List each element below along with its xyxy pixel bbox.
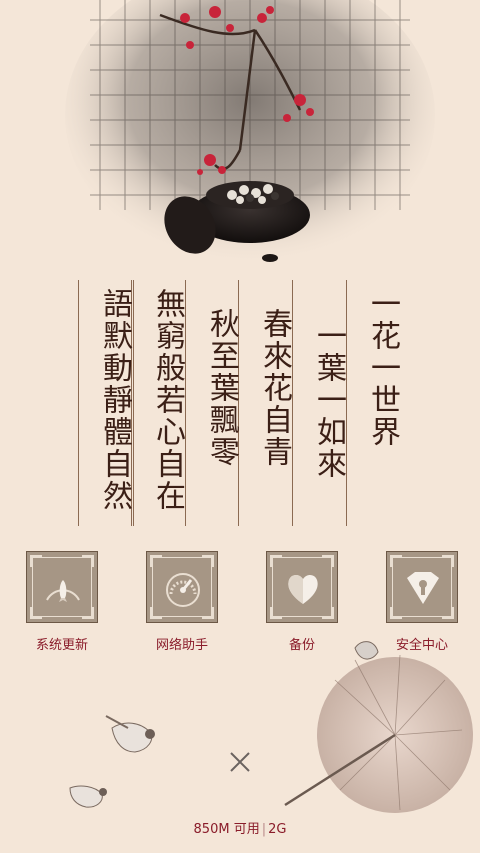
poem-column-5: 無窮般若心自在	[131, 280, 186, 526]
diamond-lock-icon	[407, 572, 439, 604]
paper-umbrella	[284, 641, 473, 813]
rocket-icon	[46, 580, 80, 602]
system-update-button[interactable]	[26, 551, 98, 623]
security-center-label[interactable]: 安全中心	[372, 634, 472, 653]
memory-available: 850M 可用	[193, 822, 260, 837]
birds	[69, 715, 155, 808]
poem-column-2: 一葉一如來	[292, 280, 347, 526]
poem-column-6: 語默動靜體自然	[78, 280, 134, 526]
close-icon[interactable]	[226, 748, 254, 776]
poem-column-4: 秋至葉飄零	[185, 280, 240, 526]
poem-line: 無窮般若心自在	[150, 288, 185, 512]
separator: |	[261, 822, 267, 837]
poem-line: 一花一世界	[365, 288, 400, 448]
network-type: 2G	[268, 822, 287, 837]
network-assistant-button[interactable]	[146, 551, 218, 623]
poem-line: 語默動靜體自然	[97, 288, 132, 512]
poem-column-3: 春來花自青	[238, 280, 293, 526]
system-update-label[interactable]: 系统更新	[12, 634, 112, 653]
security-center-button[interactable]	[386, 551, 458, 623]
backup-label[interactable]: 备份	[252, 634, 352, 653]
poem-line: 春來花自青	[257, 308, 292, 468]
poem-panel: 一花一世界 一葉一如來 春來花自青 秋至葉飄零 無窮般若心自在 語默動靜體自然	[78, 280, 400, 526]
poem-line: 一葉一如來	[311, 320, 346, 480]
speedometer-icon	[166, 573, 200, 607]
poem-line: 秋至葉飄零	[204, 308, 239, 468]
poem-column-1: 一花一世界	[346, 280, 401, 526]
heart-icon	[288, 574, 318, 604]
status-bar: 850M 可用 | 2G	[0, 818, 480, 837]
network-assistant-label[interactable]: 网络助手	[132, 634, 232, 653]
backup-button[interactable]	[266, 551, 338, 623]
